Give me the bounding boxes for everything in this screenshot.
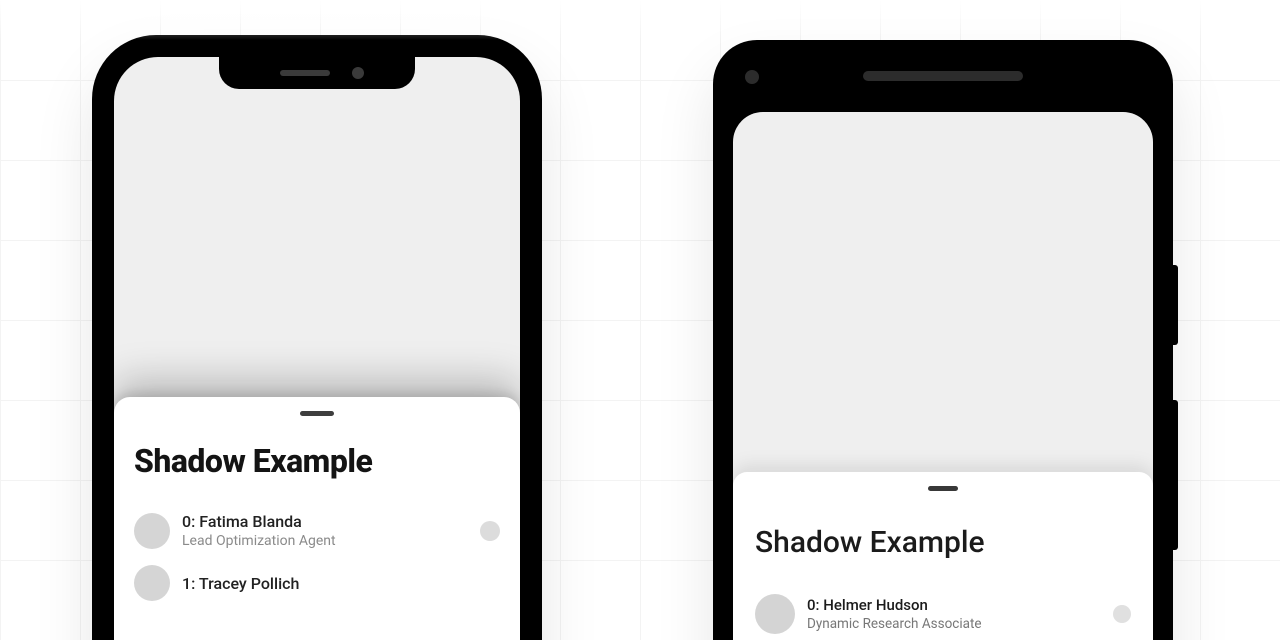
iphone-notch bbox=[219, 57, 415, 89]
list-item-name: 0: Fatima Blanda bbox=[182, 512, 472, 531]
ios-bottom-sheet[interactable]: Shadow Example 0: Fatima Blanda Lead Opt… bbox=[114, 397, 520, 640]
android-bottom-sheet[interactable]: Shadow Example 0: Helmer Hudson Dynamic … bbox=[733, 472, 1153, 640]
trailing-dot-icon bbox=[1113, 605, 1131, 623]
top-fade bbox=[0, 0, 1280, 40]
list-item-name: 0: Helmer Hudson bbox=[807, 596, 1105, 614]
iphone-camera-icon bbox=[352, 67, 364, 79]
pixel-camera-icon bbox=[745, 70, 759, 84]
pixel-top-bezel bbox=[713, 40, 1173, 112]
android-sheet-title: Shadow Example bbox=[755, 525, 1131, 560]
pixel-volume-button-icon bbox=[1173, 400, 1178, 550]
pixel-screen: Shadow Example 0: Helmer Hudson Dynamic … bbox=[733, 112, 1153, 640]
pixel-speaker-icon bbox=[863, 71, 1023, 81]
pixel-power-button-icon bbox=[1173, 265, 1178, 345]
avatar-icon bbox=[134, 565, 170, 601]
list-item[interactable]: 0: Helmer Hudson Dynamic Research Associ… bbox=[755, 586, 1131, 640]
list-item-name: 1: Tracey Pollich bbox=[182, 574, 500, 593]
sheet-drag-handle-icon[interactable] bbox=[300, 411, 334, 416]
list-item[interactable]: 1: Tracey Pollich bbox=[134, 557, 500, 609]
avatar-icon bbox=[134, 513, 170, 549]
sheet-drag-handle-icon[interactable] bbox=[928, 486, 958, 491]
iphone-mockup: Shadow Example 0: Fatima Blanda Lead Opt… bbox=[92, 35, 542, 640]
list-item-subtitle: Lead Optimization Agent bbox=[182, 533, 472, 549]
list-item[interactable]: 0: Fatima Blanda Lead Optimization Agent bbox=[134, 504, 500, 557]
trailing-dot-icon bbox=[480, 521, 500, 541]
ios-sheet-title: Shadow Example bbox=[134, 442, 500, 480]
avatar-icon bbox=[755, 594, 795, 634]
iphone-speaker-icon bbox=[280, 70, 330, 76]
android-mockup: Shadow Example 0: Helmer Hudson Dynamic … bbox=[713, 40, 1173, 640]
iphone-screen: Shadow Example 0: Fatima Blanda Lead Opt… bbox=[114, 57, 520, 640]
list-item-subtitle: Dynamic Research Associate bbox=[807, 616, 1105, 632]
